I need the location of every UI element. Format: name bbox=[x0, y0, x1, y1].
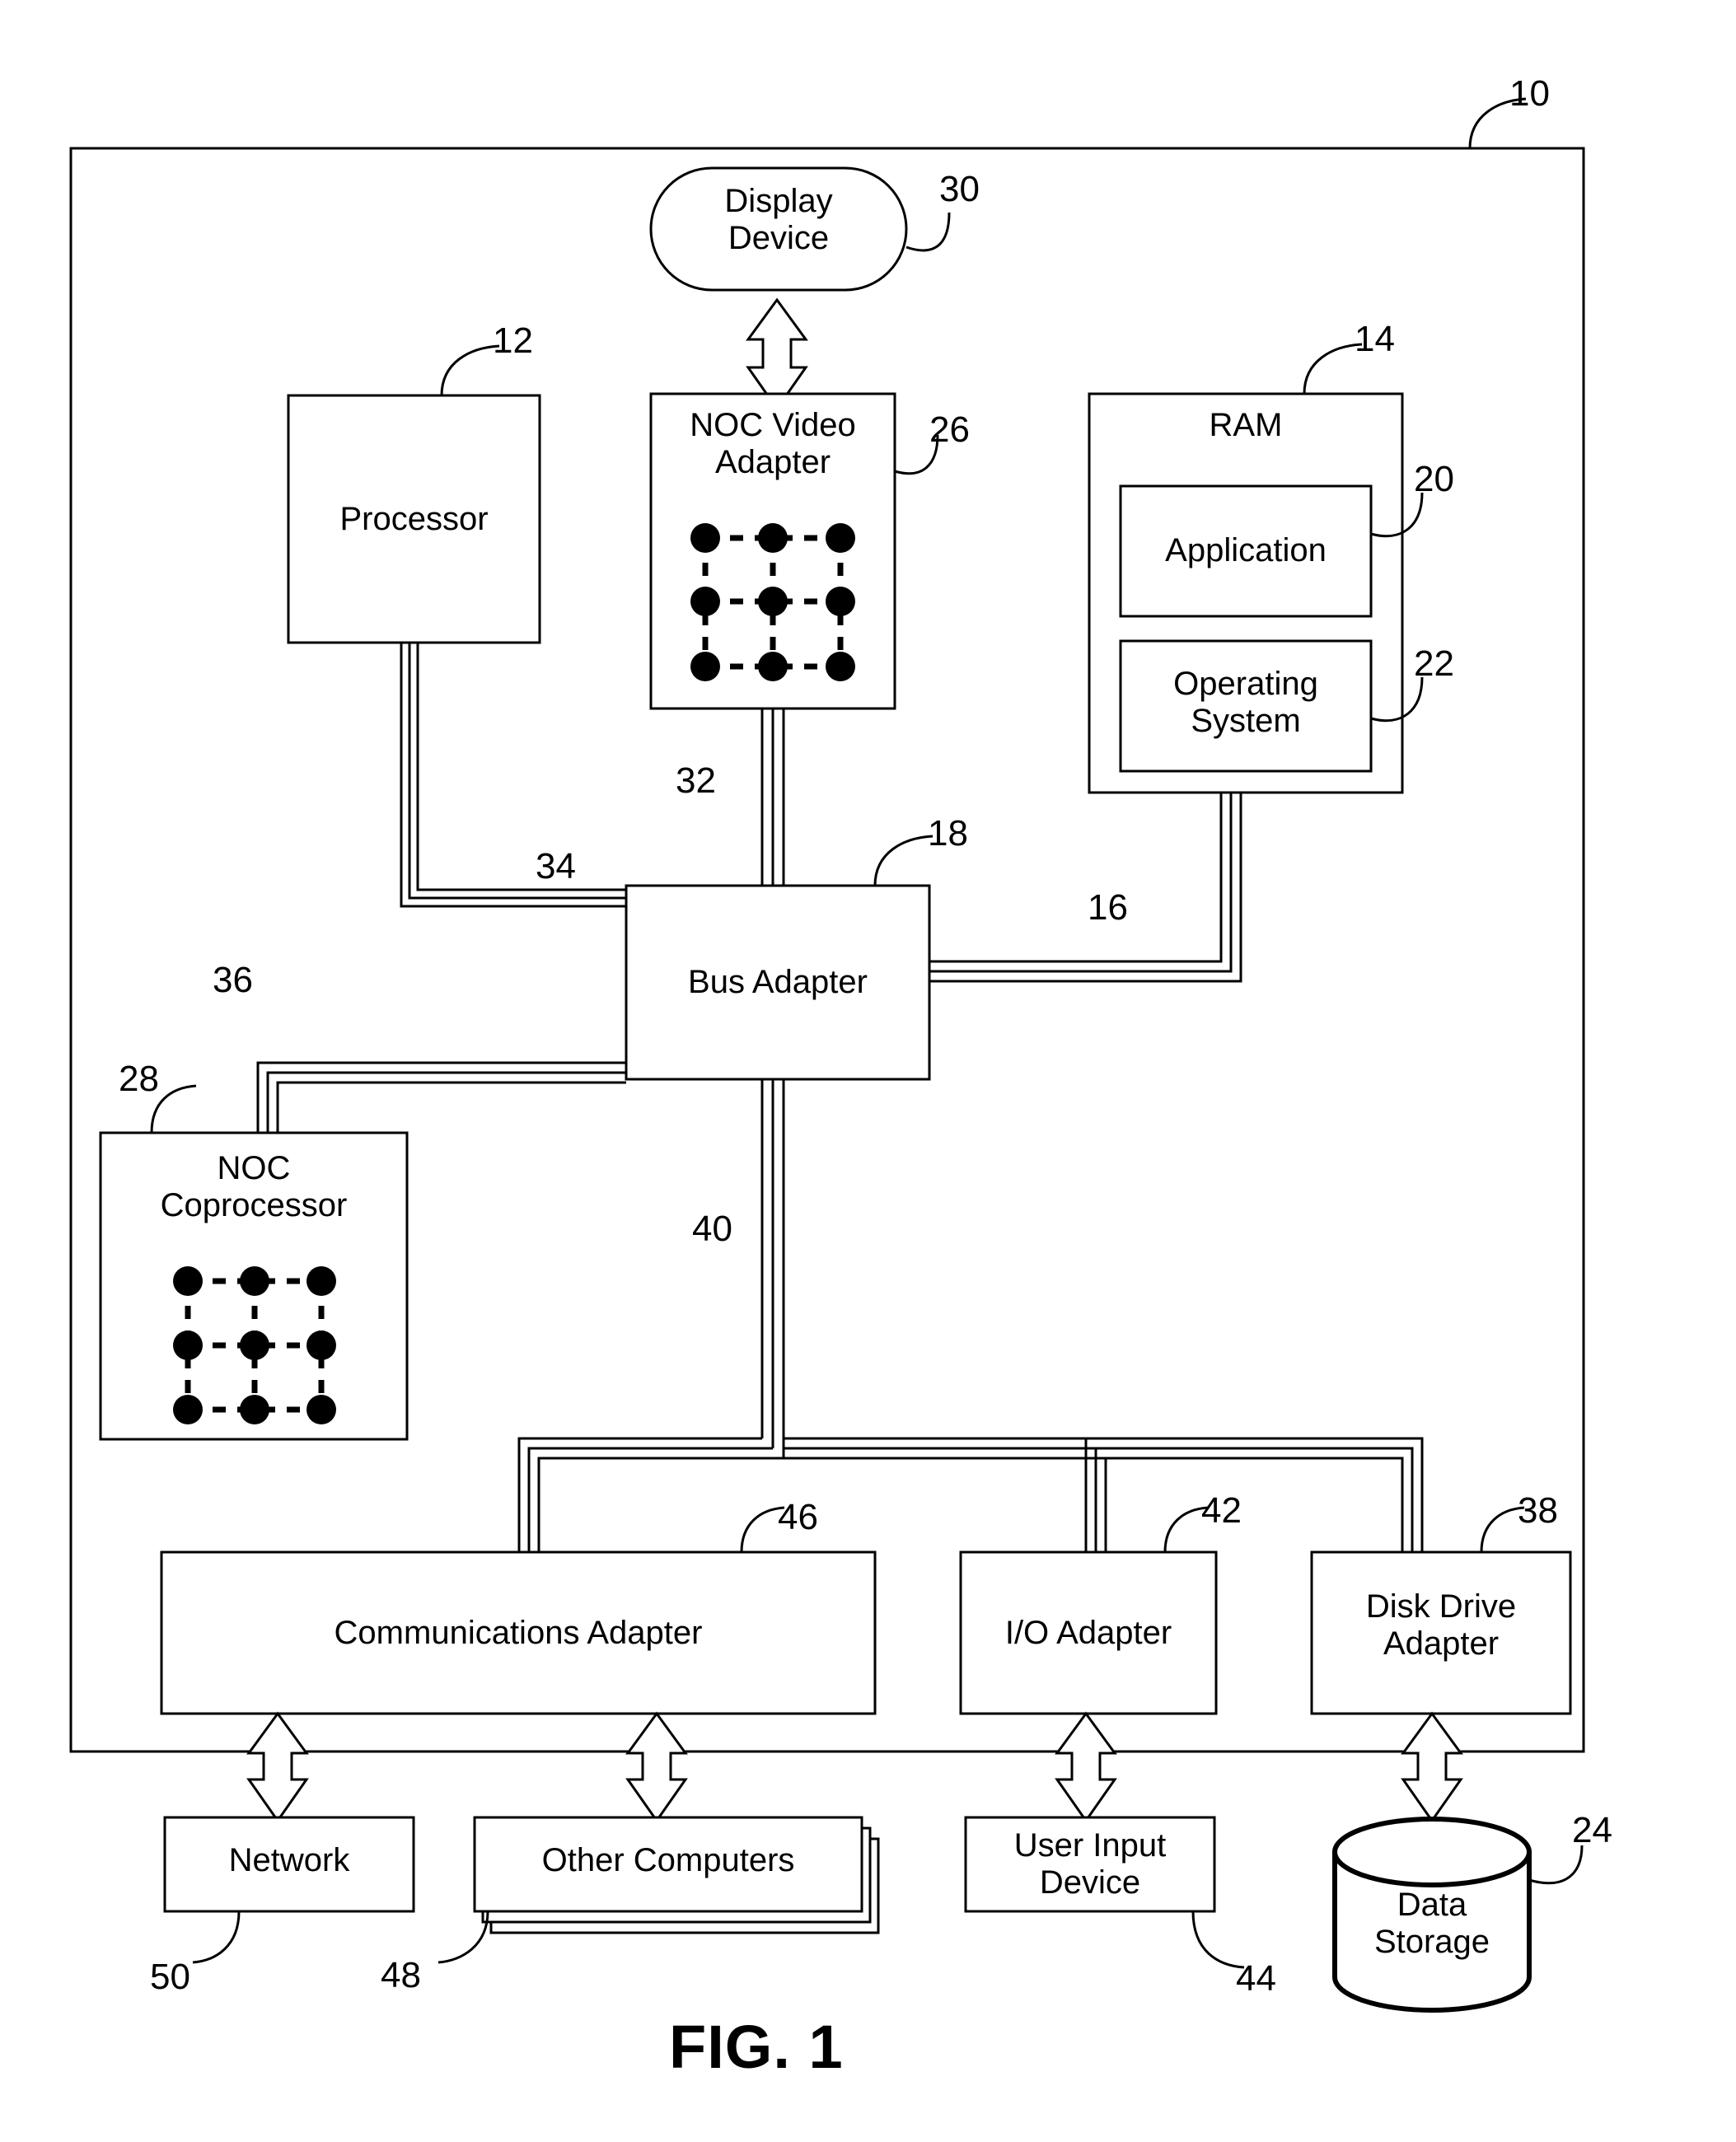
other-computers-box-back2 bbox=[489, 1837, 880, 1934]
ref-34: 34 bbox=[536, 846, 576, 886]
leader-48 bbox=[438, 1910, 489, 1964]
display-device-box bbox=[649, 166, 908, 292]
bus-32 bbox=[760, 709, 785, 886]
arrow-display-video bbox=[746, 297, 808, 411]
patent-figure: Display Device Processor NOC Video Adapt… bbox=[0, 0, 1736, 2142]
data-storage-cylinder bbox=[1332, 1817, 1532, 2013]
bus-40 bbox=[517, 1079, 1424, 1552]
ref-14: 14 bbox=[1355, 319, 1395, 359]
noc-coprocessor-label: NOC Coprocessor bbox=[160, 1150, 348, 1223]
ref-42: 42 bbox=[1201, 1490, 1242, 1531]
noc-video-adapter-box bbox=[649, 392, 896, 710]
operating-system-box bbox=[1119, 639, 1373, 773]
bus-adapter-label: Bus Adapter bbox=[688, 964, 868, 1000]
io-adapter-label: I/O Adapter bbox=[1004, 1615, 1172, 1651]
processor-label: Processor bbox=[339, 501, 489, 537]
system-boundary bbox=[69, 147, 1585, 1753]
other-computers-label: Other Computers bbox=[541, 1842, 795, 1878]
arrow-comms-other-computers bbox=[625, 1711, 688, 1823]
display-device-label: Display Device bbox=[724, 183, 833, 256]
ref-26: 26 bbox=[929, 409, 970, 450]
disk-drive-adapter-label: Disk Drive Adapter bbox=[1365, 1588, 1517, 1662]
noc-mesh-coprocessor bbox=[185, 1278, 325, 1413]
ref-12: 12 bbox=[493, 320, 533, 361]
noc-mesh-video-dots bbox=[690, 523, 855, 681]
diagram-vector-layer bbox=[69, 97, 1585, 2013]
ref-44: 44 bbox=[1236, 1958, 1276, 1999]
bus-36 bbox=[256, 1061, 626, 1133]
ref-48: 48 bbox=[381, 1955, 421, 1995]
other-computers-box-back1 bbox=[481, 1826, 872, 1924]
application-label: Application bbox=[1165, 532, 1327, 568]
ref-18: 18 bbox=[928, 813, 968, 854]
ref-20: 20 bbox=[1414, 459, 1454, 499]
ref-10: 10 bbox=[1509, 73, 1550, 114]
leader-18 bbox=[873, 835, 934, 886]
ref-30: 30 bbox=[939, 169, 980, 209]
ref-28: 28 bbox=[119, 1059, 159, 1099]
ref-36: 36 bbox=[213, 960, 253, 1000]
ref-38: 38 bbox=[1518, 1490, 1558, 1531]
leader-12 bbox=[440, 344, 500, 396]
ram-label: RAM bbox=[1209, 407, 1283, 443]
ref-22: 22 bbox=[1414, 643, 1454, 684]
arrow-io-user-input bbox=[1055, 1711, 1117, 1823]
communications-adapter-label: Communications Adapter bbox=[334, 1615, 703, 1651]
noc-mesh-coprocessor-dots bbox=[173, 1266, 336, 1424]
bus-34 bbox=[400, 643, 626, 908]
io-adapter-box bbox=[959, 1550, 1218, 1715]
operating-system-label: Operating System bbox=[1173, 666, 1318, 739]
ref-24: 24 bbox=[1572, 1810, 1612, 1850]
noc-coprocessor-box bbox=[99, 1131, 409, 1441]
network-box bbox=[163, 1816, 415, 1913]
processor-box bbox=[287, 394, 541, 644]
ref-40: 40 bbox=[692, 1209, 732, 1249]
figure-caption: FIG. 1 bbox=[669, 2013, 844, 2081]
ram-box bbox=[1088, 392, 1404, 794]
leader-14 bbox=[1303, 343, 1363, 395]
leader-24 bbox=[1528, 1845, 1584, 1885]
arrow-disk-data-storage bbox=[1401, 1711, 1463, 1823]
arrow-comms-network bbox=[246, 1711, 309, 1823]
ref-16: 16 bbox=[1088, 887, 1128, 928]
network-label: Network bbox=[228, 1842, 350, 1878]
data-storage-label: Data Storage bbox=[1373, 1887, 1490, 1960]
other-computers-box-front bbox=[473, 1816, 863, 1913]
bus-16 bbox=[929, 793, 1242, 983]
leader-30 bbox=[905, 212, 951, 252]
user-input-device-label: User Input Device bbox=[1013, 1827, 1167, 1901]
noc-mesh-video bbox=[702, 535, 844, 670]
ref-46: 46 bbox=[778, 1497, 818, 1537]
bus-adapter-box bbox=[625, 884, 931, 1081]
ref-32: 32 bbox=[676, 760, 716, 801]
ref-50: 50 bbox=[150, 1957, 190, 1997]
leader-50 bbox=[192, 1910, 241, 1964]
disk-drive-adapter-box bbox=[1310, 1550, 1572, 1715]
user-input-device-box bbox=[964, 1816, 1216, 1913]
application-box bbox=[1119, 484, 1373, 618]
communications-adapter-box bbox=[160, 1550, 877, 1715]
noc-video-adapter-label: NOC Video Adapter bbox=[690, 407, 856, 480]
